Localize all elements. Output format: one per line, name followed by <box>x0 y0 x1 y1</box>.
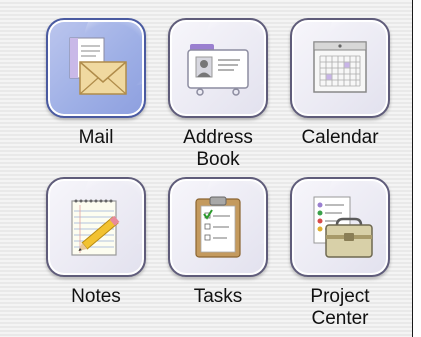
project-center-label: Project Center <box>282 286 398 330</box>
address-book-icon <box>187 44 249 96</box>
app-launcher-panel: Mail Address Book Calendar Notes Tasks P… <box>0 0 413 337</box>
tasks-icon <box>195 196 241 258</box>
calendar-label: Calendar <box>282 127 398 149</box>
notes-label-line-1: Notes <box>71 286 121 307</box>
notes-label: Notes <box>38 286 154 308</box>
calendar-label-line-1: Calendar <box>301 127 379 148</box>
address-book-button[interactable] <box>168 18 268 118</box>
tasks-button[interactable] <box>168 177 268 277</box>
calendar-icon <box>313 41 367 93</box>
address-book-label: Address Book <box>160 127 276 171</box>
calendar-button[interactable] <box>290 18 390 118</box>
tasks-label: Tasks <box>160 286 276 308</box>
notes-button[interactable] <box>46 177 146 277</box>
notes-icon <box>71 199 120 256</box>
address-book-label-line-2: Book <box>196 149 240 170</box>
project-center-icon <box>313 196 373 258</box>
project-center-button[interactable] <box>290 177 390 277</box>
project-center-label-line-2: Center <box>311 308 369 329</box>
project-center-label-line-1: Project <box>310 286 370 307</box>
mail-icon <box>69 37 127 95</box>
address-book-label-line-1: Address <box>183 127 253 148</box>
tasks-label-line-1: Tasks <box>193 286 243 307</box>
mail-button[interactable] <box>46 18 146 118</box>
mail-label: Mail <box>38 127 154 149</box>
mail-label-line-1: Mail <box>78 127 114 148</box>
